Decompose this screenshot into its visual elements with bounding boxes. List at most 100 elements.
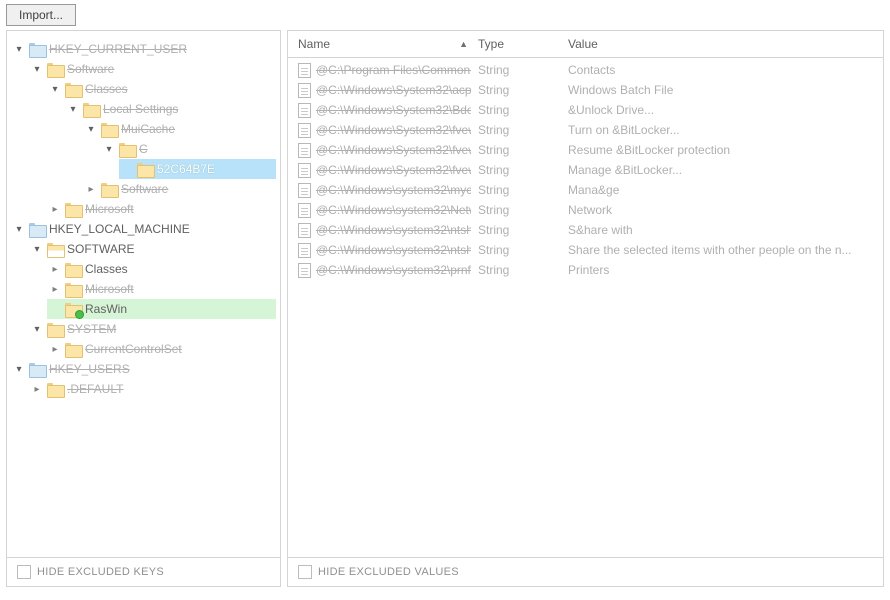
value-type: String <box>478 223 568 237</box>
tree-node-software3[interactable]: SOFTWARE <box>67 242 135 256</box>
chevron-down-icon[interactable]: ▾ <box>67 103 79 115</box>
value-data: S&hare with <box>568 223 879 237</box>
hide-excluded-values-label: HIDE EXCLUDED VALUES <box>318 566 459 578</box>
tree-node-hklm[interactable]: HKEY_LOCAL_MACHINE <box>49 222 190 236</box>
grid-body: @C:\Program Files\Common FilesStringCont… <box>288 58 883 557</box>
chevron-down-icon[interactable]: ▾ <box>31 243 43 255</box>
string-value-icon <box>298 223 311 238</box>
value-name: @C:\Windows\System32\acppage <box>316 83 471 97</box>
chevron-right-icon[interactable]: ▸ <box>85 183 97 195</box>
tree-node-system[interactable]: SYSTEM <box>67 322 116 336</box>
tree-node-c[interactable]: C <box>139 142 148 156</box>
table-row[interactable]: @C:\Windows\system32\prnfldr.d StringPrin… <box>298 260 879 280</box>
tree-node-software[interactable]: Software <box>67 62 114 76</box>
tree-node-raswin[interactable]: RasWin <box>85 302 127 316</box>
tree-node-hkcu[interactable]: HKEY_CURRENT_USER <box>49 42 187 56</box>
table-row[interactable]: @C:\Windows\System32\acppageStringWindow… <box>298 80 879 100</box>
tree-node-microsoft2[interactable]: Microsoft <box>85 282 134 296</box>
value-name: @C:\Windows\System32\fvewiz.d <box>316 163 471 177</box>
value-name: @C:\Windows\system32\prnfldr.d <box>316 263 471 277</box>
tree-node-selected-guid[interactable]: 52C64B7E <box>157 162 215 176</box>
value-data: Network <box>568 203 879 217</box>
value-type: String <box>478 143 568 157</box>
table-row[interactable]: @C:\Windows\System32\fvewiz.dStringManag… <box>298 160 879 180</box>
folder-icon <box>65 263 81 276</box>
folder-icon <box>29 43 45 56</box>
chevron-down-icon[interactable]: ▾ <box>13 43 25 55</box>
folder-icon <box>65 83 81 96</box>
folder-icon <box>29 363 45 376</box>
chevron-down-icon[interactable]: ▾ <box>49 83 61 95</box>
folder-icon <box>119 143 135 156</box>
value-type: String <box>478 243 568 257</box>
tree-node-software2[interactable]: Software <box>121 182 168 196</box>
value-data: Resume &BitLocker protection <box>568 143 879 157</box>
folder-icon <box>29 223 45 236</box>
value-data: Printers <box>568 263 879 277</box>
value-type: String <box>478 163 568 177</box>
value-name: @C:\Windows\system32\mycom <box>316 183 471 197</box>
chevron-right-icon[interactable]: ▸ <box>31 383 43 395</box>
value-name: @C:\Windows\System32\fvewiz.d <box>316 123 471 137</box>
string-value-icon <box>298 103 311 118</box>
value-data: Share the selected items with other peop… <box>568 243 879 257</box>
value-type: String <box>478 63 568 77</box>
registry-tree[interactable]: ▾ HKEY_CURRENT_USER ▾ Software <box>11 39 276 399</box>
value-data: Turn on &BitLocker... <box>568 123 879 137</box>
tree-node-microsoft[interactable]: Microsoft <box>85 202 134 216</box>
tree-node-classes2[interactable]: Classes <box>85 262 128 276</box>
value-name: @C:\Windows\System32\BdeUnk <box>316 103 471 117</box>
value-type: String <box>478 103 568 117</box>
folder-icon <box>47 63 63 76</box>
import-button[interactable]: Import... <box>6 4 76 26</box>
table-row[interactable]: @C:\Windows\System32\fvewiz.d StringResum… <box>298 140 879 160</box>
hide-excluded-values-checkbox[interactable] <box>298 565 312 579</box>
tree-node-currentcontrolset[interactable]: CurrentControlSet <box>85 342 182 356</box>
chevron-down-icon[interactable]: ▾ <box>31 323 43 335</box>
chevron-right-icon[interactable]: ▸ <box>49 263 61 275</box>
chevron-down-icon[interactable]: ▾ <box>13 223 25 235</box>
hide-excluded-keys-label: HIDE EXCLUDED KEYS <box>37 566 164 578</box>
string-value-icon <box>298 63 311 78</box>
table-row[interactable]: @C:\Windows\System32\BdeUnkString&Unlock… <box>298 100 879 120</box>
folder-icon <box>83 103 99 116</box>
spacer <box>49 303 61 315</box>
chevron-down-icon[interactable]: ▾ <box>31 63 43 75</box>
value-name: @C:\Windows\System32\fvewiz.d <box>316 143 471 157</box>
column-header-value[interactable]: Value <box>568 37 879 51</box>
chevron-right-icon[interactable]: ▸ <box>49 343 61 355</box>
table-row[interactable]: @C:\Windows\System32\fvewiz.dStringTurn … <box>298 120 879 140</box>
chevron-down-icon[interactable]: ▾ <box>103 143 115 155</box>
chevron-right-icon[interactable]: ▸ <box>49 283 61 295</box>
value-type: String <box>478 263 568 277</box>
chevron-right-icon[interactable]: ▸ <box>49 203 61 215</box>
chevron-down-icon[interactable]: ▾ <box>13 363 25 375</box>
registry-tree-panel: ▾ HKEY_CURRENT_USER ▾ Software <box>6 30 281 587</box>
values-panel: Name ▲ Type Value @C:\Program Files\Comm… <box>287 30 884 587</box>
table-row[interactable]: @C:\Program Files\Common FilesStringCont… <box>298 60 879 80</box>
value-data: Windows Batch File <box>568 83 879 97</box>
spacer <box>121 163 133 175</box>
value-name: @C:\Windows\system32\ntshrui.d <box>316 223 471 237</box>
tree-node-hku[interactable]: HKEY_USERS <box>49 362 130 376</box>
column-header-type[interactable]: Type <box>478 37 568 51</box>
table-row[interactable]: @C:\Windows\system32\ntshrui.d StringS&ha… <box>298 220 879 240</box>
folder-icon <box>137 163 153 176</box>
hide-excluded-keys-checkbox[interactable] <box>17 565 31 579</box>
column-header-name[interactable]: Name ▲ <box>298 37 478 51</box>
string-value-icon <box>298 183 311 198</box>
table-row[interactable]: @C:\Windows\system32\mycomStringMana&ge <box>298 180 879 200</box>
tree-node-classes[interactable]: Classes <box>85 82 128 96</box>
chevron-down-icon[interactable]: ▾ <box>85 123 97 135</box>
table-row[interactable]: @C:\Windows\system32\NetworkStringNetwor… <box>298 200 879 220</box>
table-row[interactable]: @C:\Windows\system32\ntshrui.dStringShar… <box>298 240 879 260</box>
tree-node-default[interactable]: .DEFAULT <box>67 382 123 396</box>
folder-icon <box>101 123 117 136</box>
string-value-icon <box>298 143 311 158</box>
folder-icon <box>101 183 117 196</box>
folder-icon <box>65 203 81 216</box>
tree-node-localsettings[interactable]: Local Settings <box>103 102 178 116</box>
sort-asc-icon: ▲ <box>459 39 478 49</box>
value-name: @C:\Program Files\Common Files <box>316 63 471 77</box>
tree-node-muicache[interactable]: MuiCache <box>121 122 175 136</box>
